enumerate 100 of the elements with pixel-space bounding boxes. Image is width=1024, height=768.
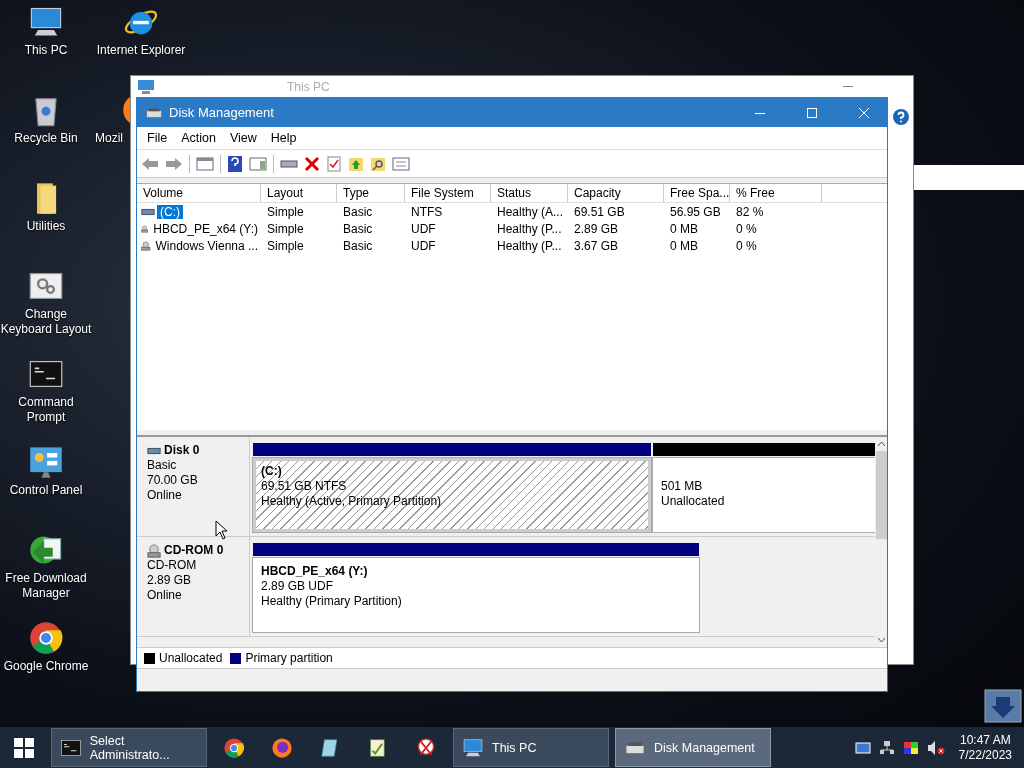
table-cell[interactable]: Windows Vienna ...	[152, 238, 261, 253]
firefox-icon	[271, 736, 293, 759]
table-cell-text: UDF	[410, 221, 437, 236]
table-cell-text: 69.51 GB	[573, 204, 626, 219]
minimize-icon[interactable]	[843, 86, 853, 88]
table-cell-text: 2.89 GB	[573, 221, 620, 236]
partition-size: 501 MB	[661, 479, 704, 494]
desktop-icon-label[interactable]: Mozil	[95, 131, 123, 146]
partition-status: Healthy (Active, Primary Partition)	[261, 494, 443, 509]
partition-block[interactable]: HBCD_PE_x64 (Y:) 2.89 GB UDF Healthy (Primary Partition)	[253, 558, 699, 632]
help-icon[interactable]	[892, 108, 910, 126]
down-arrow-button[interactable]	[984, 689, 1022, 723]
column-header[interactable]: Volume	[137, 184, 261, 202]
cursor-icon	[215, 520, 228, 540]
table-cell-text: NTFS	[410, 204, 444, 219]
close-icon[interactable]	[859, 107, 869, 118]
taskbar-button[interactable]: Select Administrato...	[51, 728, 207, 767]
table-cell-text: 0 %	[735, 221, 758, 236]
partition-block[interactable]: (C:) 69.51 GB NTFS Healthy (Active, Primary Partition)	[253, 458, 651, 532]
scroll-down-icon[interactable]	[876, 637, 886, 643]
column-header[interactable]: File System	[405, 184, 491, 202]
folder-up-icon[interactable]	[348, 155, 364, 172]
table-cell-text: Simple	[266, 221, 305, 236]
disk-name[interactable]: CD-ROM 0	[164, 543, 224, 558]
keyboard-icon[interactable]	[854, 739, 871, 756]
menu-item[interactable]: File	[140, 131, 175, 145]
window-title: Disk Management	[169, 105, 275, 120]
desktop-icon-label[interactable]: This PC	[24, 43, 68, 58]
taskbar-button[interactable]: Disk Management	[615, 728, 771, 767]
back-arrow-icon[interactable]	[141, 156, 159, 171]
table-cell-text: 0 %	[735, 238, 758, 253]
delete-icon[interactable]	[304, 155, 320, 172]
help-icon[interactable]	[227, 154, 243, 173]
clock-time[interactable]: 10:47 AM	[959, 732, 1011, 748]
disk-type: Basic	[147, 458, 178, 473]
table-cell-text: Basic	[342, 238, 374, 253]
table-cell[interactable]: HBCD_PE_x64 (Y:)	[150, 221, 261, 236]
table-cell-text: 56.95 GB	[669, 204, 722, 219]
column-header[interactable]: Free Spa...	[664, 184, 730, 202]
menu-item[interactable]: View	[222, 131, 264, 145]
taskbar-button[interactable]: This PC	[453, 728, 609, 767]
cd-drive-icon	[141, 238, 151, 253]
desktop-icon-label[interactable]: Change Keyboard Layout	[0, 307, 92, 337]
partition-label: HBCD_PE_x64 (Y:)	[261, 564, 369, 579]
table-cell-text: 0 MB	[669, 238, 699, 253]
clock-date[interactable]: 7/22/2023	[958, 747, 1012, 763]
disk-status: Online	[147, 588, 183, 603]
desktop-icon-label[interactable]: Utilities	[26, 219, 66, 234]
maximize-icon[interactable]	[807, 107, 817, 118]
partition-label: (C:)	[261, 464, 283, 479]
panel-icon[interactable]	[249, 155, 267, 172]
partition-block[interactable]: 501 MB Unallocated	[653, 458, 875, 532]
desktop-icon-label[interactable]: Internet Explorer	[96, 43, 186, 58]
table-cell-text: Basic	[342, 221, 374, 236]
start-icon[interactable]	[14, 737, 34, 758]
partition-size: 69.51 GB NTFS	[261, 479, 348, 494]
window-title: This PC	[287, 80, 330, 94]
disk-type: CD-ROM	[147, 558, 198, 573]
folder-search-icon[interactable]	[370, 155, 386, 172]
table-cell-text: UDF	[410, 238, 437, 253]
column-header[interactable]: Capacity	[568, 184, 664, 202]
desktop-icon-label[interactable]: Command Prompt	[0, 395, 92, 425]
chrome-icon	[28, 620, 64, 656]
desktop-icon-label[interactable]: Recycle Bin	[14, 131, 78, 146]
panel-icon[interactable]	[196, 155, 214, 172]
column-header[interactable]: Status	[491, 184, 568, 202]
desktop-icon-label[interactable]: Google Chrome	[3, 659, 89, 674]
chrome-icon	[223, 736, 245, 759]
disk-size: 2.89 GB	[147, 573, 193, 588]
speaker-muted-icon[interactable]	[926, 739, 945, 756]
disk-name[interactable]: Disk 0	[164, 443, 200, 458]
computer-icon	[462, 736, 484, 759]
forward-arrow-icon[interactable]	[165, 156, 183, 171]
table-cell-text: Healthy (A...	[496, 204, 565, 219]
desktop-icon-label[interactable]: Free Download Manager	[0, 571, 92, 601]
partition-status: Healthy (Primary Partition)	[261, 594, 403, 609]
table-cell-text: 0 MB	[669, 221, 699, 236]
partition-status: Unallocated	[661, 494, 726, 509]
desktop-icon-label[interactable]: Control Panel	[9, 483, 83, 498]
column-header[interactable]: Layout	[261, 184, 337, 202]
table-cell[interactable]: (C:)	[157, 204, 183, 219]
column-header[interactable]: Type	[337, 184, 405, 202]
table-cell-text: Healthy (P...	[496, 221, 563, 236]
color-display-icon[interactable]	[902, 739, 919, 756]
disk-status: Online	[147, 488, 183, 503]
table-cell-text: Simple	[266, 238, 305, 253]
disk-size: 70.00 GB	[147, 473, 199, 488]
checklist-icon[interactable]	[326, 155, 342, 172]
menu-item[interactable]: Action	[174, 131, 223, 145]
computer-icon	[137, 79, 155, 95]
scroll-up-icon[interactable]	[876, 441, 886, 447]
network-icon[interactable]	[878, 739, 895, 756]
menu-item[interactable]: Help	[263, 131, 304, 145]
table-cell-text: Basic	[342, 204, 374, 219]
table-cell-text: Healthy (P...	[496, 238, 563, 253]
partition-size: 2.89 GB UDF	[261, 579, 335, 594]
table-cell-text: 82 %	[735, 204, 765, 219]
column-header[interactable]: % Free	[730, 184, 822, 202]
legend-label: Primary partition	[245, 651, 333, 665]
cd-drive-icon	[147, 543, 161, 558]
